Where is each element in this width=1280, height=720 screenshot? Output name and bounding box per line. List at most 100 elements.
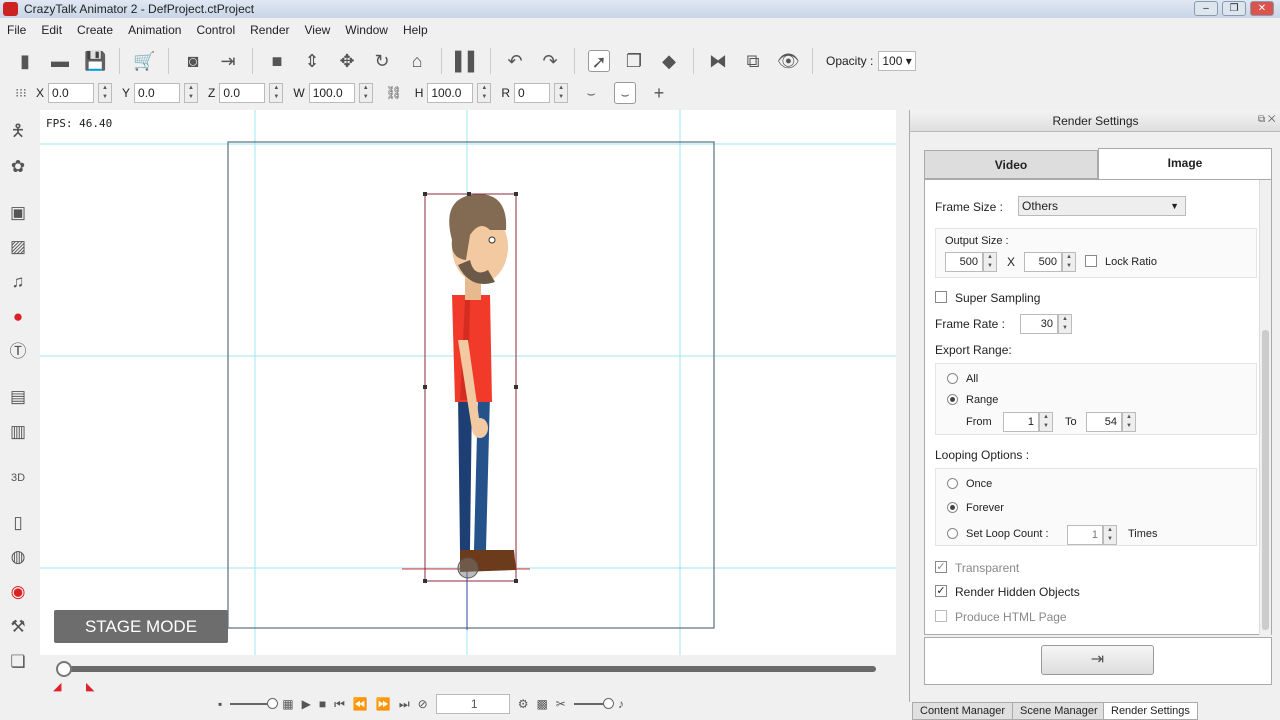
image-icon[interactable]: ▨ [7,236,29,258]
loop-count-spinner[interactable]: ▲ ▼ [1103,525,1117,545]
menu-animation[interactable]: Animation [121,20,189,40]
h-spinner[interactable]: ▲ ▼ [477,83,492,103]
rotate-icon[interactable]: ↻ [371,50,393,72]
restore-button[interactable]: ❐ [1222,1,1246,16]
timeline-track[interactable] [58,666,876,672]
z-spinner[interactable]: ▲ ▼ [269,83,284,103]
menu-create[interactable]: Create [70,20,121,40]
w-input[interactable]: 100.0 [308,83,355,103]
link-icon[interactable]: ⧉ [742,50,764,72]
menu-render[interactable]: Render [243,20,297,40]
camera-small-icon[interactable]: ▪ [218,697,222,711]
record-motion-icon[interactable]: ◉ [7,581,29,603]
menu-window[interactable]: Window [338,20,396,40]
minimize-button[interactable]: – [1194,1,1218,16]
eye-icon[interactable]: 👁 [777,50,800,72]
text-icon[interactable]: Ⓣ [7,341,29,363]
menu-file[interactable]: File [0,20,34,40]
film-icon[interactable]: ▩ [536,697,547,711]
face-icon[interactable]: ▣ [7,202,29,224]
frame-rate-spinner[interactable]: ▲ ▼ [1058,314,1072,334]
actor-icon[interactable]: 🯅 [7,120,29,142]
move-icon[interactable]: ✥ [336,50,358,72]
tools-icon[interactable]: ⚒ [7,616,29,638]
frame-input[interactable]: 1 [435,694,510,714]
height-spinner[interactable]: ▲ ▼ [1062,252,1076,272]
script-icon[interactable]: ▯ [7,512,29,534]
to-spinner[interactable]: ▲ ▼ [1122,412,1136,432]
tab-image[interactable]: Image [1098,148,1272,179]
tab-video[interactable]: Video [924,150,1098,179]
stage-icon[interactable]: ▌▌ [455,50,481,72]
tab-content-manager[interactable]: Content Manager [912,702,1013,720]
grid-anchor-icon[interactable]: ⁝⁝⁝ [10,82,32,104]
3d-icon[interactable]: 3D [7,467,29,489]
z-input[interactable]: 0.0 [219,83,266,103]
tools-small-icon[interactable]: ✂ [556,697,566,711]
from-spinner[interactable]: ▲ ▼ [1039,412,1053,432]
r-input[interactable]: 0 [514,83,551,103]
undo-icon[interactable]: ↶ [504,50,526,72]
to-input[interactable]: 54 [1086,412,1122,432]
range-start-marker[interactable]: ◢ [53,680,61,693]
lock-ratio-checkbox[interactable] [1085,255,1097,267]
width-input[interactable]: 500 [945,252,983,272]
scrollbar[interactable] [1259,180,1271,635]
subtitle-icon[interactable]: ▦ [282,697,293,711]
music-note-icon[interactable]: ♪ [618,697,624,711]
loop-icon[interactable]: ⊘ [418,697,428,711]
flip-icon[interactable]: ⧓ [707,50,729,72]
x-input[interactable]: 0.0 [48,83,95,103]
pivot-icon[interactable]: + [648,82,670,104]
settings-icon[interactable]: ⚙ [518,697,529,711]
copy-icon[interactable]: ❏ [7,651,29,673]
stop-icon[interactable]: ■ [319,697,326,711]
y-spinner[interactable]: ▲ ▼ [184,83,199,103]
volume-slider[interactable] [573,698,614,709]
panel-float-icon[interactable]: ⧉ ✕ [1258,114,1276,125]
open-folder-icon[interactable]: ▬ [49,50,71,72]
opacity-dropdown[interactable]: 100 ▾ [878,51,917,71]
bag-icon[interactable]: ◍ [7,546,29,568]
frame-rate-input[interactable]: 30 [1020,314,1058,334]
menu-control[interactable]: Control [189,20,243,40]
timeline-playhead[interactable] [56,661,72,677]
redo-icon[interactable]: ↷ [539,50,561,72]
menu-help[interactable]: Help [396,20,436,40]
range-range-radio[interactable] [947,394,958,405]
record-icon[interactable]: ● [7,306,29,328]
music-icon[interactable]: ♫ [7,271,29,293]
shape-icon[interactable]: ◆ [658,50,680,72]
w-spinner[interactable]: ▲ ▼ [358,83,373,103]
bone-icon[interactable]: ⌣ [580,82,602,104]
menu-edit[interactable]: Edit [34,20,70,40]
loop-once-radio[interactable] [947,478,958,489]
from-input[interactable]: 1 [1003,412,1039,432]
close-button[interactable]: ✕ [1250,1,1274,16]
export-button[interactable]: ⇥ [1041,645,1154,675]
play-icon[interactable]: ▶ [302,697,311,711]
tab-render-settings[interactable]: Render Settings [1103,702,1198,720]
range-end-marker[interactable]: ◣ [86,680,94,693]
forward-icon[interactable]: ⏩ [376,697,391,711]
frame-size-dropdown[interactable]: Others ▼ [1018,196,1186,216]
loop-count-radio[interactable] [947,528,958,539]
transparent-checkbox[interactable]: ✓ [935,561,947,573]
home-icon[interactable]: ⌂ [406,50,428,72]
move-vertical-icon[interactable]: ⇕ [301,50,323,72]
camera-icon[interactable]: ■ [266,50,288,72]
r-spinner[interactable]: ▲ ▼ [554,83,569,103]
preview-icon[interactable]: ◙ [182,50,204,72]
height-input[interactable]: 500 [1024,252,1062,272]
link-ratio-icon[interactable]: ⛓ [383,82,405,104]
layer-icon[interactable]: ▤ [7,386,29,408]
save-icon[interactable]: 💾 [84,50,106,72]
new-icon[interactable]: ▮ [14,50,36,72]
x-spinner[interactable]: ▲ ▼ [98,83,113,103]
stage-mode-label[interactable]: STAGE MODE [54,610,228,643]
h-input[interactable]: 100.0 [427,83,474,103]
rewind-icon[interactable]: ⏪ [353,697,368,711]
export-image-icon[interactable]: ▥ [7,421,29,443]
html-page-checkbox[interactable] [935,610,947,622]
export-icon[interactable]: ⇥ [217,50,239,72]
